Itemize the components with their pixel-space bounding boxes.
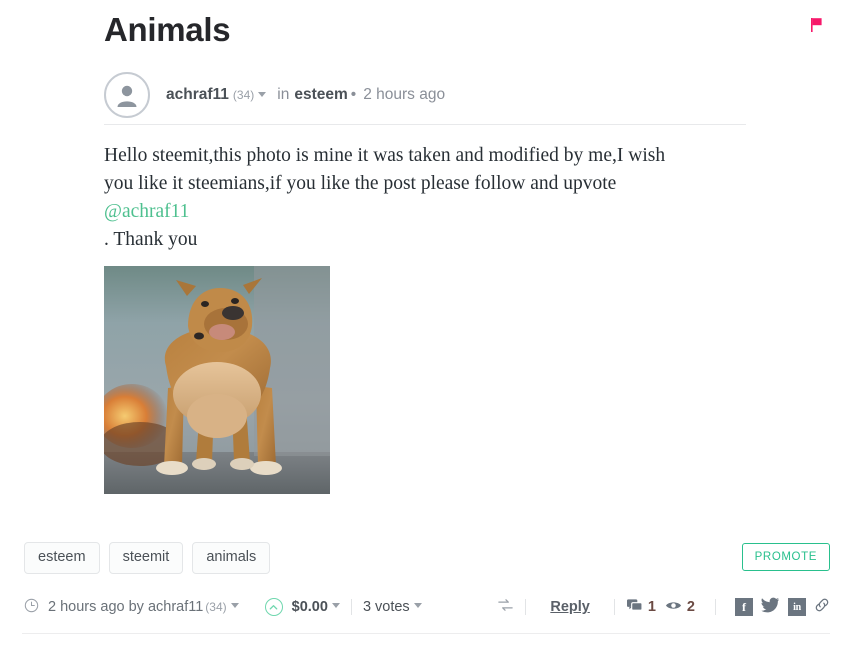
post-footer: esteem steemit animals PROMOTE 2 hours a… bbox=[24, 542, 830, 618]
body-line-2: you like it steemians,if you like the po… bbox=[104, 173, 617, 194]
eye-icon bbox=[665, 599, 682, 616]
footer-author-link[interactable]: achraf11 bbox=[148, 599, 203, 615]
tag-item[interactable]: animals bbox=[192, 542, 271, 574]
footer-timestamp: 2 hours ago by bbox=[48, 599, 144, 615]
avatar[interactable] bbox=[104, 72, 150, 118]
link-icon[interactable] bbox=[814, 597, 830, 617]
post-meta-row: 2 hours ago by achraf11 (34) $0.00 3 vot… bbox=[24, 596, 830, 618]
vote-group: $0.00 3 votes bbox=[264, 598, 422, 616]
comment-count: 1 bbox=[647, 599, 656, 615]
payout-amount[interactable]: $0.00 bbox=[292, 599, 328, 615]
page-title: Animals bbox=[104, 11, 231, 48]
resteem-icon[interactable] bbox=[497, 598, 514, 616]
body-line-1: Hello steemit,this photo is mine it was … bbox=[104, 145, 666, 166]
chevron-down-icon[interactable] bbox=[413, 602, 422, 608]
byline: achraf11 (34) in esteem • 2 hours ago bbox=[104, 70, 754, 120]
meta-divider bbox=[525, 599, 527, 615]
chevron-down-icon[interactable] bbox=[230, 602, 239, 608]
footer-divider bbox=[22, 633, 830, 634]
byline-divider bbox=[104, 124, 746, 125]
clock-icon bbox=[24, 598, 39, 617]
chevron-down-icon[interactable] bbox=[258, 92, 267, 97]
tag-list: esteem steemit animals PROMOTE bbox=[24, 542, 830, 574]
post-meta-left: 2 hours ago by achraf11 (34) bbox=[24, 598, 239, 617]
author-reputation: (34) bbox=[232, 88, 255, 102]
twitter-icon[interactable] bbox=[761, 597, 780, 618]
facebook-icon[interactable]: f bbox=[735, 598, 753, 616]
comment-icon bbox=[626, 598, 643, 617]
linkedin-icon[interactable]: in bbox=[788, 598, 806, 616]
promote-button[interactable]: PROMOTE bbox=[741, 543, 830, 571]
view-count: 2 bbox=[686, 599, 695, 615]
post-page: Animals achraf11 (34) in esteem • 2 hour… bbox=[0, 0, 853, 647]
flag-icon[interactable] bbox=[805, 14, 827, 36]
article: Animals achraf11 (34) in esteem • 2 hour… bbox=[104, 8, 754, 494]
mention-link[interactable]: @achraf11 bbox=[104, 201, 189, 222]
reply-button[interactable]: Reply bbox=[550, 599, 590, 615]
meta-divider bbox=[613, 599, 615, 615]
meta-divider bbox=[350, 599, 352, 615]
chevron-down-icon[interactable] bbox=[331, 602, 340, 608]
byline-separator: • bbox=[350, 86, 357, 103]
category-link[interactable]: esteem bbox=[294, 86, 347, 104]
vote-count[interactable]: 3 votes bbox=[363, 599, 410, 615]
post-image[interactable] bbox=[104, 266, 330, 494]
social-share-group: f in bbox=[735, 597, 830, 618]
view-count-group[interactable]: 2 bbox=[665, 599, 695, 616]
tag-item[interactable]: steemit bbox=[108, 542, 184, 574]
post-meta-right: Reply 1 2 f in bbox=[497, 597, 830, 618]
upvote-chevron-icon[interactable] bbox=[264, 598, 283, 616]
footer-author-reputation: (34) bbox=[205, 600, 227, 614]
comment-count-group[interactable]: 1 bbox=[626, 598, 656, 617]
meta-divider bbox=[715, 599, 716, 615]
byline-in-label: in bbox=[277, 86, 290, 103]
byline-text: achraf11 (34) in esteem • 2 hours ago bbox=[166, 86, 445, 104]
tag-item[interactable]: esteem bbox=[24, 542, 100, 574]
post-body: Hello steemit,this photo is mine it was … bbox=[104, 142, 729, 254]
author-link[interactable]: achraf11 bbox=[166, 86, 229, 104]
post-timestamp: 2 hours ago bbox=[363, 86, 446, 103]
body-line-3: . Thank you bbox=[104, 229, 198, 250]
